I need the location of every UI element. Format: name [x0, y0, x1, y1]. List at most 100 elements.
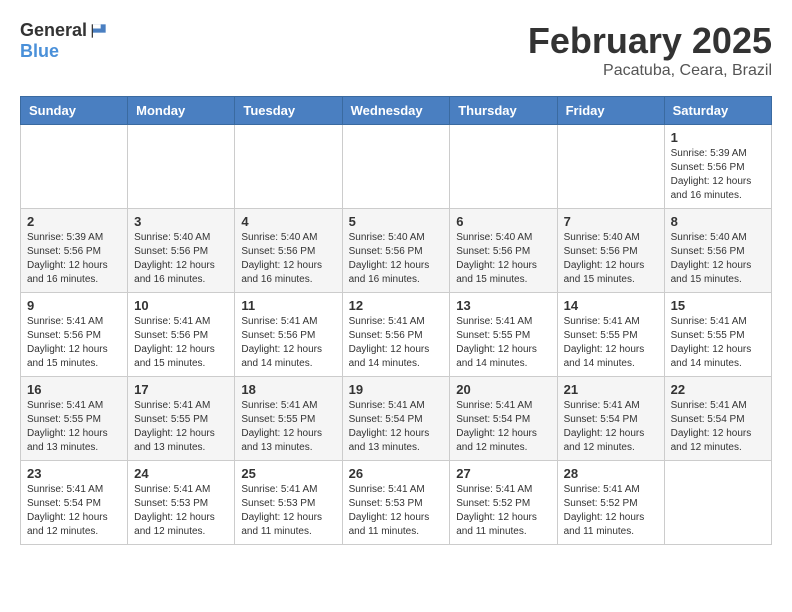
calendar-cell: 25 Sunrise: 5:41 AM Sunset: 5:53 PM Dayli… — [235, 461, 342, 545]
title-area: February 2025 Pacatuba, Ceara, Brazil — [528, 20, 772, 80]
calendar-cell: 20Sunrise: 5:41 AM Sunset: 5:54 PM Dayli… — [450, 377, 557, 461]
day-info: Sunrise: 5:40 AM Sunset: 5:56 PM Dayligh… — [671, 231, 765, 287]
calendar-header-tuesday: Tuesday — [235, 97, 342, 125]
calendar-cell: 17 Sunrise: 5:41 AM Sunset: 5:55 PM Dayli… — [128, 377, 235, 461]
day-info: Sunrise: 5:41 AM Sunset: 5:56 PM Dayligh… — [241, 315, 335, 371]
calendar-cell: 16 Sunrise: 5:41 AM Sunset: 5:55 PM Dayli… — [21, 377, 128, 461]
calendar-cell: 26Sunrise: 5:41 AM Sunset: 5:53 PM Dayli… — [342, 461, 450, 545]
calendar-header-sunday: Sunday — [21, 97, 128, 125]
day-info: Sunrise: 5:40 AM Sunset: 5:56 PM Dayligh… — [241, 231, 335, 287]
calendar-header-thursday: Thursday — [450, 97, 557, 125]
day-number: 25 — [241, 466, 335, 481]
calendar-cell — [235, 125, 342, 209]
calendar-cell: 4 Sunrise: 5:40 AM Sunset: 5:56 PM Daylig… — [235, 209, 342, 293]
logo-blue: Blue — [20, 41, 59, 62]
day-number: 16 — [27, 382, 121, 397]
calendar-cell — [664, 461, 771, 545]
calendar-week-row: 1Sunrise: 5:39 AM Sunset: 5:56 PM Daylig… — [21, 125, 772, 209]
day-number: 12 — [349, 298, 444, 313]
day-number: 21 — [564, 382, 658, 397]
calendar-header-friday: Friday — [557, 97, 664, 125]
day-number: 15 — [671, 298, 765, 313]
calendar-cell: 13 Sunrise: 5:41 AM Sunset: 5:55 PM Dayli… — [450, 293, 557, 377]
day-info: Sunrise: 5:41 AM Sunset: 5:54 PM Dayligh… — [27, 483, 121, 539]
logo-general: General — [20, 20, 87, 41]
calendar-cell — [557, 125, 664, 209]
day-info: Sunrise: 5:41 AM Sunset: 5:56 PM Dayligh… — [27, 315, 121, 371]
day-info: Sunrise: 5:41 AM Sunset: 5:56 PM Dayligh… — [134, 315, 228, 371]
day-info: Sunrise: 5:41 AM Sunset: 5:54 PM Dayligh… — [671, 399, 765, 455]
calendar-cell: 27 Sunrise: 5:41 AM Sunset: 5:52 PM Dayli… — [450, 461, 557, 545]
day-info: Sunrise: 5:39 AM Sunset: 5:56 PM Dayligh… — [671, 147, 765, 203]
day-info: Sunrise: 5:40 AM Sunset: 5:56 PM Dayligh… — [564, 231, 658, 287]
day-info: Sunrise: 5:41 AM Sunset: 5:55 PM Dayligh… — [27, 399, 121, 455]
calendar-cell: 14 Sunrise: 5:41 AM Sunset: 5:55 PM Dayli… — [557, 293, 664, 377]
page-header: General Blue February 2025 Pacatuba, Cea… — [20, 20, 772, 80]
calendar-cell: 5 Sunrise: 5:40 AM Sunset: 5:56 PM Daylig… — [342, 209, 450, 293]
day-number: 26 — [349, 466, 444, 481]
day-info: Sunrise: 5:41 AM Sunset: 5:55 PM Dayligh… — [241, 399, 335, 455]
day-number: 4 — [241, 214, 335, 229]
calendar-cell: 10Sunrise: 5:41 AM Sunset: 5:56 PM Dayli… — [128, 293, 235, 377]
day-info: Sunrise: 5:39 AM Sunset: 5:56 PM Dayligh… — [27, 231, 121, 287]
calendar-cell: 19 Sunrise: 5:41 AM Sunset: 5:54 PM Dayli… — [342, 377, 450, 461]
location-subtitle: Pacatuba, Ceara, Brazil — [528, 62, 772, 80]
day-info: Sunrise: 5:41 AM Sunset: 5:54 PM Dayligh… — [456, 399, 550, 455]
day-info: Sunrise: 5:41 AM Sunset: 5:55 PM Dayligh… — [671, 315, 765, 371]
day-number: 7 — [564, 214, 658, 229]
day-info: Sunrise: 5:41 AM Sunset: 5:56 PM Dayligh… — [349, 315, 444, 371]
day-number: 18 — [241, 382, 335, 397]
day-info: Sunrise: 5:41 AM Sunset: 5:55 PM Dayligh… — [134, 399, 228, 455]
day-info: Sunrise: 5:41 AM Sunset: 5:54 PM Dayligh… — [564, 399, 658, 455]
calendar-week-row: 9Sunrise: 5:41 AM Sunset: 5:56 PM Daylig… — [21, 293, 772, 377]
calendar-cell: 11 Sunrise: 5:41 AM Sunset: 5:56 PM Dayli… — [235, 293, 342, 377]
day-number: 3 — [134, 214, 228, 229]
calendar-cell — [342, 125, 450, 209]
calendar-cell: 3 Sunrise: 5:40 AM Sunset: 5:56 PM Daylig… — [128, 209, 235, 293]
day-number: 2 — [27, 214, 121, 229]
calendar-cell: 15 Sunrise: 5:41 AM Sunset: 5:55 PM Dayli… — [664, 293, 771, 377]
day-number: 14 — [564, 298, 658, 313]
day-info: Sunrise: 5:41 AM Sunset: 5:55 PM Dayligh… — [564, 315, 658, 371]
calendar-cell: 2 Sunrise: 5:39 AM Sunset: 5:56 PM Daylig… — [21, 209, 128, 293]
day-number: 19 — [349, 382, 444, 397]
calendar-cell: 9Sunrise: 5:41 AM Sunset: 5:56 PM Daylig… — [21, 293, 128, 377]
calendar-cell: 22 Sunrise: 5:41 AM Sunset: 5:54 PM Dayli… — [664, 377, 771, 461]
day-info: Sunrise: 5:41 AM Sunset: 5:53 PM Dayligh… — [241, 483, 335, 539]
calendar-cell: 23 Sunrise: 5:41 AM Sunset: 5:54 PM Dayli… — [21, 461, 128, 545]
calendar-cell — [128, 125, 235, 209]
calendar-cell: 18 Sunrise: 5:41 AM Sunset: 5:55 PM Dayli… — [235, 377, 342, 461]
day-number: 13 — [456, 298, 550, 313]
calendar-cell — [450, 125, 557, 209]
calendar-header-row: SundayMondayTuesdayWednesdayThursdayFrid… — [21, 97, 772, 125]
day-number: 6 — [456, 214, 550, 229]
day-number: 22 — [671, 382, 765, 397]
logo-flag-icon — [89, 21, 109, 41]
calendar-table: SundayMondayTuesdayWednesdayThursdayFrid… — [20, 96, 772, 545]
calendar-cell: 12 Sunrise: 5:41 AM Sunset: 5:56 PM Dayli… — [342, 293, 450, 377]
day-number: 8 — [671, 214, 765, 229]
day-number: 5 — [349, 214, 444, 229]
calendar-week-row: 2 Sunrise: 5:39 AM Sunset: 5:56 PM Daylig… — [21, 209, 772, 293]
day-info: Sunrise: 5:40 AM Sunset: 5:56 PM Dayligh… — [349, 231, 444, 287]
day-info: Sunrise: 5:41 AM Sunset: 5:52 PM Dayligh… — [456, 483, 550, 539]
calendar-week-row: 23 Sunrise: 5:41 AM Sunset: 5:54 PM Dayli… — [21, 461, 772, 545]
day-info: Sunrise: 5:40 AM Sunset: 5:56 PM Dayligh… — [134, 231, 228, 287]
day-info: Sunrise: 5:41 AM Sunset: 5:53 PM Dayligh… — [134, 483, 228, 539]
day-info: Sunrise: 5:40 AM Sunset: 5:56 PM Dayligh… — [456, 231, 550, 287]
calendar-cell: 7 Sunrise: 5:40 AM Sunset: 5:56 PM Daylig… — [557, 209, 664, 293]
logo: General Blue — [20, 20, 109, 62]
day-number: 24 — [134, 466, 228, 481]
calendar-cell: 1Sunrise: 5:39 AM Sunset: 5:56 PM Daylig… — [664, 125, 771, 209]
day-number: 17 — [134, 382, 228, 397]
day-number: 11 — [241, 298, 335, 313]
calendar-header-wednesday: Wednesday — [342, 97, 450, 125]
day-number: 23 — [27, 466, 121, 481]
day-number: 28 — [564, 466, 658, 481]
month-year-title: February 2025 — [528, 20, 772, 62]
day-info: Sunrise: 5:41 AM Sunset: 5:55 PM Dayligh… — [456, 315, 550, 371]
calendar-cell: 28 Sunrise: 5:41 AM Sunset: 5:52 PM Dayli… — [557, 461, 664, 545]
day-info: Sunrise: 5:41 AM Sunset: 5:52 PM Dayligh… — [564, 483, 658, 539]
day-info: Sunrise: 5:41 AM Sunset: 5:54 PM Dayligh… — [349, 399, 444, 455]
day-number: 27 — [456, 466, 550, 481]
